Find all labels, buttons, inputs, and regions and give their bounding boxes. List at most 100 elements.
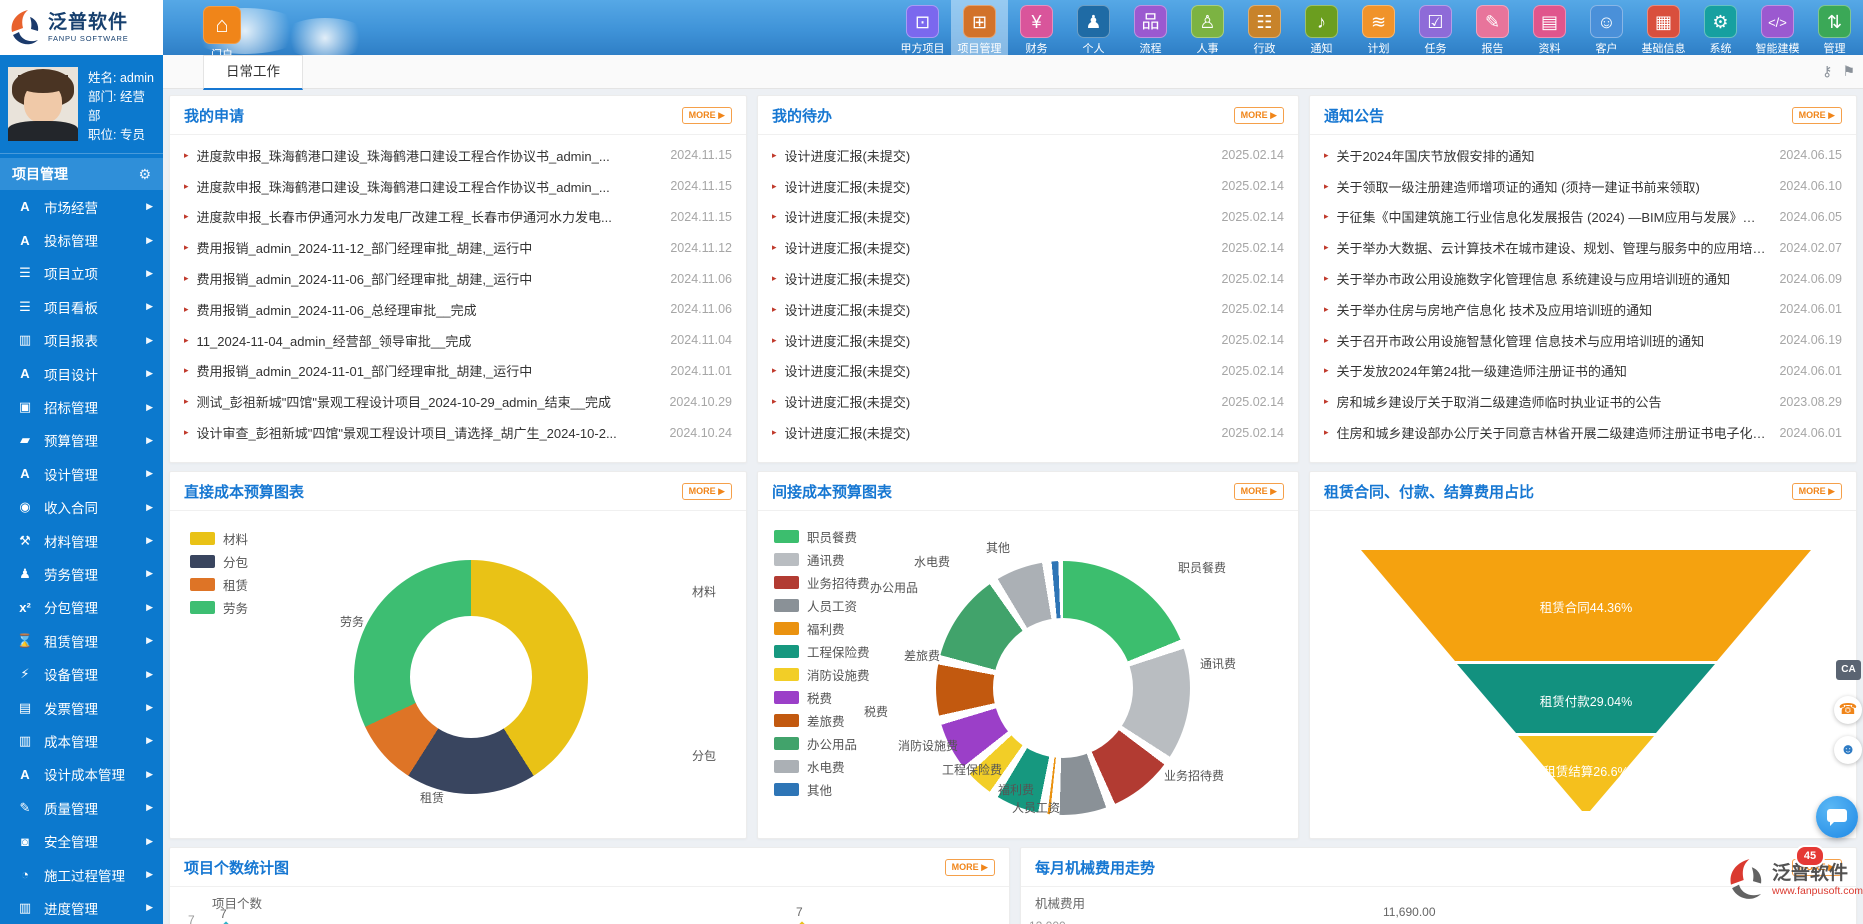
sidebar-item[interactable]: ▤发票管理▶	[0, 691, 163, 724]
nav-item[interactable]: ≋计划	[1350, 0, 1407, 55]
legend-item[interactable]: 分包	[190, 550, 248, 573]
legend-item[interactable]: 水电费	[774, 755, 870, 778]
nav-item[interactable]: ♟个人	[1065, 0, 1122, 55]
nav-item[interactable]: ⊡甲方项目	[894, 0, 951, 55]
list-item[interactable]: ▸设计进度汇报(未提交)2025.02.14	[772, 263, 1284, 294]
sidebar-item[interactable]: ▥项目报表▶	[0, 324, 163, 357]
more-button[interactable]: MORE ▶	[1792, 107, 1842, 124]
rental-funnel-chart[interactable]: 租赁合同44.36%租赁付款29.04%租赁结算26.6%	[1310, 511, 1856, 839]
list-item[interactable]: ▸关于召开市政公用设施智慧化管理 信息技术与应用培训班的通知2024.06.19	[1324, 325, 1842, 356]
nav-item[interactable]: ☷行政	[1236, 0, 1293, 55]
nav-item[interactable]: ☺客户	[1578, 0, 1635, 55]
sidebar-item[interactable]: ▥进度管理▶	[0, 891, 163, 924]
sidebar-item[interactable]: A投标管理▶	[0, 223, 163, 256]
sidebar-item[interactable]: ◙安全管理▶	[0, 824, 163, 857]
sidebar-item[interactable]: ⚒材料管理▶	[0, 524, 163, 557]
list-item[interactable]: ▸费用报销_admin_2024-11-06_部门经理审批_胡建,_运行中202…	[184, 263, 732, 294]
more-button[interactable]: MORE ▶	[682, 483, 732, 500]
more-button[interactable]: MORE ▶	[1234, 483, 1284, 500]
list-item[interactable]: ▸设计进度汇报(未提交)2025.02.14	[772, 294, 1284, 325]
sidebar-item[interactable]: ◉收入合同▶	[0, 491, 163, 524]
legend-item[interactable]: 消防设施费	[774, 663, 870, 686]
nav-item[interactable]: ☑任务	[1407, 0, 1464, 55]
sidebar-item[interactable]: ▥成本管理▶	[0, 724, 163, 757]
indirect-cost-donut-chart[interactable]: 职员餐费通讯费业务招待费人员工资福利费工程保险费消防设施费税费差旅费办公用品水电…	[758, 511, 1298, 839]
sidebar-item[interactable]: ☰项目立项▶	[0, 257, 163, 290]
nav-item[interactable]: ▦基础信息	[1635, 0, 1692, 55]
legend-item[interactable]: 差旅费	[774, 709, 870, 732]
list-item[interactable]: ▸关于领取一级注册建造师增项证的通知 (须持一建证书前来领取)2024.06.1…	[1324, 171, 1842, 202]
legend-item[interactable]: 办公用品	[774, 732, 870, 755]
list-item[interactable]: ▸设计进度汇报(未提交)2025.02.14	[772, 140, 1284, 171]
sidebar-item[interactable]: ⚡设备管理▶	[0, 657, 163, 690]
list-item[interactable]: ▸进度款申报_珠海鹤港口建设_珠海鹤港口建设工程合作协议书_admin_...2…	[184, 140, 732, 171]
nav-item[interactable]: </>智能建模	[1749, 0, 1806, 55]
list-item[interactable]: ▸费用报销_admin_2024-11-01_部门经理审批_胡建,_运行中202…	[184, 356, 732, 387]
list-item[interactable]: ▸测试_彭祖新城"四馆"景观工程设计项目_2024-10-29_admin_结束…	[184, 386, 732, 417]
list-item[interactable]: ▸设计进度汇报(未提交)2025.02.14	[772, 386, 1284, 417]
more-button[interactable]: MORE ▶	[945, 859, 995, 876]
sidebar-item[interactable]: x²分包管理▶	[0, 591, 163, 624]
legend-item[interactable]: 通讯费	[774, 548, 870, 571]
list-item[interactable]: ▸关于2024年国庆节放假安排的通知2024.06.15	[1324, 140, 1842, 171]
legend-item[interactable]: 材料	[190, 527, 248, 550]
logo[interactable]: 泛普软件 FANPU SOFTWARE	[0, 0, 163, 55]
list-item[interactable]: ▸房和城乡建设厅关于取消二级建造师临时执业证书的公告2023.08.29	[1324, 386, 1842, 417]
list-item[interactable]: ▸设计进度汇报(未提交)2025.02.14	[772, 171, 1284, 202]
list-item[interactable]: ▸11_2024-11-04_admin_经营部_领导审批__完成2024.11…	[184, 325, 732, 356]
list-item[interactable]: ▸关于举办大数据、云计算技术在城市建设、规划、管理与服务中的应用培训班...20…	[1324, 232, 1842, 263]
list-item[interactable]: ▸设计进度汇报(未提交)2025.02.14	[772, 232, 1284, 263]
qq-contact-icon[interactable]: ☻	[1834, 736, 1862, 764]
sidebar-item[interactable]: ✎质量管理▶	[0, 791, 163, 824]
more-button[interactable]: MORE ▶	[1234, 107, 1284, 124]
legend-item[interactable]: 职员餐费	[774, 525, 870, 548]
sidebar-item[interactable]: ◔施工过程管理▶	[0, 858, 163, 891]
list-item[interactable]: ▸进度款申报_珠海鹤港口建设_珠海鹤港口建设工程合作协议书_admin_...2…	[184, 171, 732, 202]
legend-item[interactable]: 业务招待费	[774, 571, 870, 594]
list-item[interactable]: ▸关于发放2024年第24批一级建造师注册证书的通知2024.06.01	[1324, 356, 1842, 387]
list-item[interactable]: ▸设计进度汇报(未提交)2025.02.14	[772, 325, 1284, 356]
ca-login-icon[interactable]: CA	[1836, 660, 1861, 680]
legend-item[interactable]: 人员工资	[774, 594, 870, 617]
legend-item[interactable]: 工程保险费	[774, 640, 870, 663]
more-button[interactable]: MORE ▶	[1792, 483, 1842, 500]
nav-item[interactable]: ♙人事	[1179, 0, 1236, 55]
avatar[interactable]	[8, 67, 78, 141]
list-item[interactable]: ▸费用报销_admin_2024-11-06_总经理审批__完成2024.11.…	[184, 294, 732, 325]
list-item[interactable]: ▸进度款申报_长春市伊通河水力发电厂改建工程_长春市伊通河水力发电...2024…	[184, 202, 732, 233]
list-item[interactable]: ▸费用报销_admin_2024-11-12_部门经理审批_胡建,_运行中202…	[184, 232, 732, 263]
list-item[interactable]: ▸设计进度汇报(未提交)2025.02.14	[772, 356, 1284, 387]
more-button[interactable]: MORE ▶	[682, 107, 732, 124]
nav-item[interactable]: ¥财务	[1008, 0, 1065, 55]
list-item[interactable]: ▸关于举办住房与房地产信息化 技术及应用培训班的通知2024.06.01	[1324, 294, 1842, 325]
gear-icon[interactable]: ⚙	[138, 166, 151, 183]
list-item[interactable]: ▸设计审查_彭祖新城"四馆"景观工程设计项目_请选择_胡广生_2024-10-2…	[184, 417, 732, 448]
legend-item[interactable]: 租赁	[190, 573, 248, 596]
pin-icon[interactable]: ⚑	[1842, 63, 1855, 80]
nav-item[interactable]: 品流程	[1122, 0, 1179, 55]
notification-badge[interactable]: 45	[1795, 845, 1825, 867]
sidebar-menu-title[interactable]: 项目管理 ⚙	[0, 158, 163, 190]
sidebar-item[interactable]: ⌛租赁管理▶	[0, 624, 163, 657]
sidebar-item[interactable]: ▣招标管理▶	[0, 390, 163, 423]
list-item[interactable]: ▸住房和城乡建设部办公厅关于同意吉林省开展二级建造师注册证书电子化试点...20…	[1324, 417, 1842, 448]
project-count-line-chart[interactable]: 项目个数 7 7 7	[170, 887, 1009, 924]
nav-item[interactable]: ⊞项目管理	[951, 0, 1008, 55]
sidebar-item[interactable]: ☰项目看板▶	[0, 290, 163, 323]
portal-button[interactable]: ⌂ 门户	[200, 6, 244, 55]
list-item[interactable]: ▸关于举办市政公用设施数字化管理信息 系统建设与应用培训班的通知2024.06.…	[1324, 263, 1842, 294]
phone-icon[interactable]: ☎	[1834, 696, 1862, 724]
nav-item[interactable]: ♪通知	[1293, 0, 1350, 55]
key-icon[interactable]: ⚷	[1822, 63, 1832, 80]
legend-item[interactable]: 其他	[774, 778, 870, 801]
nav-item[interactable]: ⇅管理	[1806, 0, 1863, 55]
sidebar-item[interactable]: A设计成本管理▶	[0, 758, 163, 791]
legend-item[interactable]: 税费	[774, 686, 870, 709]
legend-item[interactable]: 劳务	[190, 596, 248, 619]
chat-bubble-button[interactable]	[1816, 796, 1858, 838]
nav-item[interactable]: ✎报告	[1464, 0, 1521, 55]
sidebar-item[interactable]: ♟劳务管理▶	[0, 557, 163, 590]
direct-cost-donut-chart[interactable]: 材料分包租赁劳务材料劳务分包租赁	[170, 511, 746, 839]
list-item[interactable]: ▸设计进度汇报(未提交)2025.02.14	[772, 417, 1284, 448]
sidebar-item[interactable]: ▰预算管理▶	[0, 424, 163, 457]
